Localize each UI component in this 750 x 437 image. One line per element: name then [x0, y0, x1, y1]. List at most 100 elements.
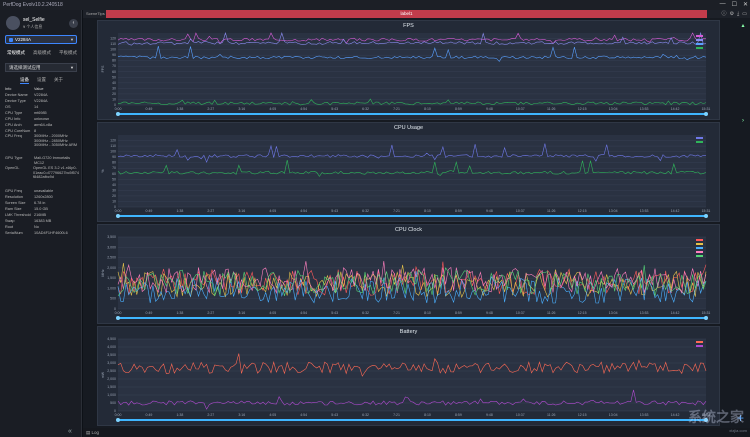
tab-mode-normal[interactable]: 常规模式 [7, 50, 25, 56]
avatar[interactable] [6, 16, 20, 30]
tab-settings[interactable]: 设置 [37, 77, 46, 84]
settings-icon[interactable]: ⚙ [730, 10, 734, 18]
legend-swatch[interactable] [696, 255, 703, 257]
scene-tips-tab[interactable]: SceneTips [86, 11, 105, 16]
x-tick-label: 12:15 [578, 311, 587, 315]
chart-svg: 0102030405060708090100110120FPS0:00 0:49 1… [101, 31, 710, 116]
x-tick-label: 15:31 [702, 209, 711, 213]
x-tick-label: 3:16 [238, 413, 245, 417]
watermark-url: xtzjia.com [729, 428, 747, 433]
x-tick-label: 6:32 [362, 311, 369, 315]
plot-area [118, 135, 706, 207]
legend-swatch[interactable] [696, 251, 703, 253]
save-icon[interactable]: ⤓ [737, 10, 739, 18]
user-block[interactable]: sel_Selfie ¥ 个人信息 ‹ [6, 16, 78, 34]
range-handle[interactable] [704, 112, 708, 116]
x-tick-label: 3:16 [238, 311, 245, 315]
chart-svg: 0102030405060708090100110120%0:00 0:49 1:3… [101, 135, 711, 218]
legend-swatch[interactable] [696, 137, 703, 139]
x-tick-label: 13:53 [640, 413, 649, 417]
device-select[interactable]: V2284A ▼ [5, 35, 77, 44]
maximize-icon[interactable]: ☐ [732, 1, 737, 8]
time-range-scrollbar[interactable] [118, 113, 706, 115]
x-tick-label: 13:04 [609, 413, 618, 417]
chart-panel-fps[interactable]: FPS 0 10 20 30 40 50 60 70 80 90 100 110 120 FPS 0:00 0:… [97, 20, 720, 120]
x-tick-label: 8:59 [455, 107, 462, 111]
label-bar[interactable]: label1 [106, 10, 707, 18]
x-tick-label: 13:53 [640, 107, 649, 111]
log-toggle[interactable]: ▤ Log [86, 430, 99, 436]
x-tick-label: 15:31 [702, 311, 711, 315]
y-tick-label: 500 [110, 401, 116, 405]
y-axis-label: mW [101, 371, 105, 378]
sidebar-toggle-icon[interactable]: ‹ [69, 19, 78, 28]
minimize-icon[interactable]: — [720, 1, 726, 8]
plot-area [118, 339, 706, 411]
legend-swatch[interactable] [696, 341, 703, 343]
x-tick-label: 10:37 [516, 413, 525, 417]
x-tick-label: 8:59 [455, 311, 462, 315]
info-icon[interactable]: ⓘ [722, 10, 727, 18]
x-tick-label: 2:27 [207, 413, 214, 417]
legend-swatch[interactable] [696, 35, 703, 37]
legend-swatch[interactable] [696, 345, 703, 347]
folder-icon[interactable]: ▭ [742, 10, 747, 18]
x-tick-label: 9:48 [486, 209, 493, 213]
toolbar: SceneTips label1 ⓘ ⚙ ⤓ ▭ [83, 10, 750, 18]
y-tick-label: 2,000 [107, 266, 116, 270]
range-handle[interactable] [704, 316, 708, 320]
time-range-scrollbar[interactable] [118, 215, 706, 217]
info-value: Mali-G720 Immortalis MC12 [34, 156, 71, 165]
legend-swatch[interactable] [696, 47, 703, 49]
x-tick-label: 0:00 [115, 311, 122, 315]
y-tick-label: 120 [110, 37, 116, 41]
close-icon[interactable]: ✕ [743, 1, 748, 8]
y-tick-label: 100 [110, 150, 116, 154]
time-range-scrollbar[interactable] [118, 419, 706, 421]
legend-swatch[interactable] [696, 141, 703, 143]
legend-swatch[interactable] [696, 239, 703, 241]
collapse-panel-icon[interactable]: › [739, 118, 747, 126]
x-tick-label: 4:05 [269, 413, 276, 417]
info-row: OpenGL OpenGL ES 3.2 v1.r46p0-01eac0.d777… [5, 166, 79, 188]
y-tick-label: 2,500 [107, 369, 116, 373]
x-tick-label: 1:38 [176, 209, 183, 213]
legend-swatch[interactable] [696, 43, 703, 45]
y-tick-label: 2,500 [107, 256, 116, 260]
tab-mode-advanced[interactable]: 高级模式 [33, 50, 51, 56]
y-tick-label: 80 [112, 161, 116, 165]
y-tick-label: 50 [112, 75, 116, 79]
range-handle[interactable] [116, 112, 120, 116]
tab-mode-tablet[interactable]: 平板模式 [59, 50, 77, 56]
user-subtitle[interactable]: ¥ 个人信息 [23, 24, 42, 30]
x-tick-label: 13:04 [609, 209, 618, 213]
time-range-scrollbar[interactable] [118, 317, 706, 319]
x-tick-label: 11:26 [547, 209, 556, 213]
legend-swatch[interactable] [696, 247, 703, 249]
y-tick-label: 80 [112, 59, 116, 63]
x-tick-label: 3:16 [238, 107, 245, 111]
info-row: CPU Freq 300MHz - 2000MHz 300MHz - 2850MH… [5, 134, 79, 156]
info-key: CPU Freq [5, 134, 22, 138]
chart-panel-cpu-usage[interactable]: CPU Usage 0 10 20 30 40 50 60 70 80 90 100 110 120% 0:… [97, 122, 720, 222]
collapse-sidebar-icon[interactable]: « [68, 428, 72, 435]
scroll-up-icon[interactable]: ▴ [739, 22, 747, 30]
range-handle[interactable] [116, 418, 120, 422]
info-tabs: 设备 设置 关于 [20, 77, 63, 84]
tab-about[interactable]: 关于 [54, 77, 63, 84]
x-tick-label: 4:54 [300, 413, 307, 417]
y-tick-label: 60 [112, 70, 116, 74]
range-handle[interactable] [704, 214, 708, 218]
legend-swatch[interactable] [696, 39, 703, 41]
tab-device[interactable]: 设备 [20, 77, 29, 84]
legend-swatch[interactable] [696, 243, 703, 245]
chart-panel-battery[interactable]: Battery 0 500 1,000 1,500 2,000 2,500 3,000 3,50… [97, 326, 720, 426]
app-select[interactable]: 请选择测试应用 ▼ [5, 63, 77, 72]
info-key: OpenGL [5, 166, 20, 170]
range-handle[interactable] [116, 214, 120, 218]
x-tick-label: 1:38 [176, 413, 183, 417]
y-tick-label: 3,000 [107, 361, 116, 365]
device-status-icon [9, 38, 13, 42]
range-handle[interactable] [116, 316, 120, 320]
chart-panel-cpu-clock[interactable]: CPU Clock 0 500 1,000 1,500 2,000 2,500 3,000 3,… [97, 224, 720, 324]
